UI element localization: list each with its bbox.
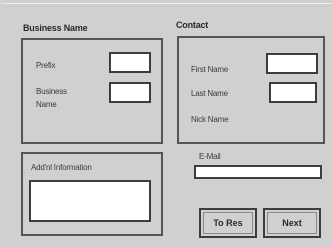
next-button[interactable]: Next xyxy=(263,208,321,238)
email-input[interactable] xyxy=(194,165,322,179)
contact-group: First Name Last Name Nick Name xyxy=(177,36,325,144)
first-name-label: First Name xyxy=(191,65,229,74)
business-name-title: Business Name xyxy=(23,23,88,33)
email-label: E-Mail xyxy=(199,152,221,161)
nick-name-label: Nick Name xyxy=(191,115,229,124)
additional-info-label: Add'nl Information xyxy=(31,163,92,172)
business-name-group: Prefix Business Name xyxy=(21,38,163,144)
form-panel: Business Name Prefix Business Name Conta… xyxy=(1,3,331,246)
first-name-input[interactable] xyxy=(266,53,318,74)
additional-info-group: Add'nl Information xyxy=(21,152,163,236)
last-name-label: Last Name xyxy=(191,89,228,98)
next-button-label: Next xyxy=(282,218,302,228)
business-name-input[interactable] xyxy=(109,82,151,103)
contact-title: Contact xyxy=(176,20,209,30)
business-name-label-line2: Name xyxy=(36,100,57,109)
prefix-input[interactable] xyxy=(109,52,151,73)
form-window: Business Name Prefix Business Name Conta… xyxy=(0,0,332,247)
to-res-button-label: To Res xyxy=(213,218,243,228)
business-name-label: Business Name xyxy=(36,87,67,110)
prefix-label: Prefix xyxy=(36,61,56,70)
business-name-label-line1: Business xyxy=(36,87,67,96)
last-name-input[interactable] xyxy=(269,82,317,103)
to-res-button[interactable]: To Res xyxy=(199,208,257,238)
additional-info-textarea[interactable] xyxy=(29,180,151,222)
